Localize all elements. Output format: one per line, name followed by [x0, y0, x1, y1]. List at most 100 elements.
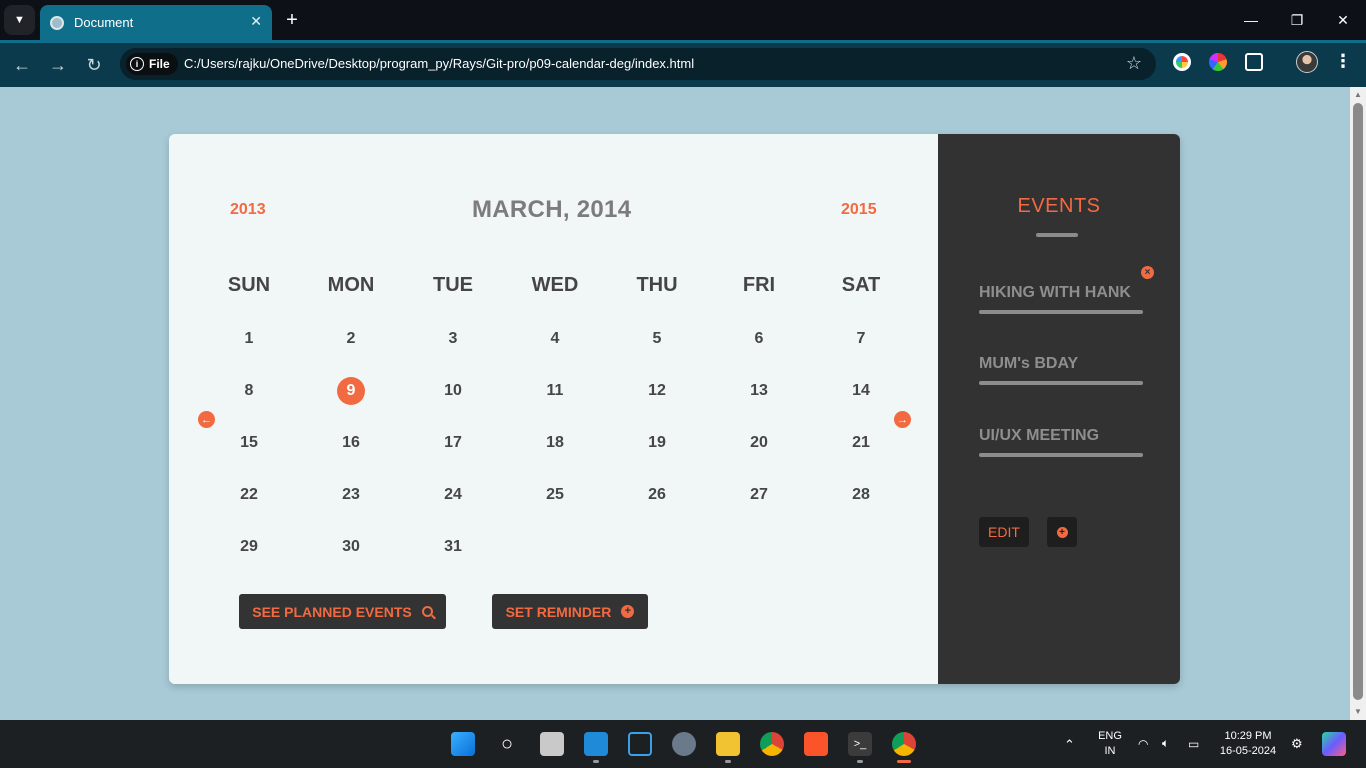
day-number: 29: [240, 538, 258, 555]
previous-year-link[interactable]: 2013: [230, 201, 266, 219]
day-cell[interactable]: 6: [708, 326, 810, 378]
day-cell[interactable]: 29: [198, 534, 300, 586]
day-cell[interactable]: 20: [708, 430, 810, 482]
profile-avatar[interactable]: [1296, 51, 1318, 73]
arrow-right-icon: →: [897, 413, 908, 426]
day-cell[interactable]: 12: [606, 378, 708, 430]
day-cell[interactable]: 25: [504, 482, 606, 534]
terminal-icon[interactable]: >_: [848, 732, 872, 756]
windows-start-icon[interactable]: [451, 732, 475, 756]
set-reminder-button[interactable]: SET REMINDER +: [492, 594, 648, 629]
copilot-icon[interactable]: [1322, 732, 1346, 756]
chevron-down-icon: ▼: [14, 14, 25, 26]
calendar-panel: 2013 MARCH, 2014 2015 SUN MON TUE WED TH…: [169, 134, 938, 684]
language-indicator[interactable]: ENG IN: [1094, 729, 1126, 759]
wifi-icon[interactable]: ◠: [1138, 737, 1148, 752]
scroll-up-icon[interactable]: ▲: [1353, 90, 1363, 100]
task-view-icon[interactable]: [540, 732, 564, 756]
arrow-left-icon: ←: [13, 54, 31, 75]
selected-day-cell[interactable]: 9: [300, 377, 402, 430]
day-cell[interactable]: 19: [606, 430, 708, 482]
day-cell[interactable]: 30: [300, 534, 402, 586]
close-window-button[interactable]: ✕: [1320, 0, 1366, 40]
info-icon: i: [130, 57, 144, 71]
site-info-chip[interactable]: i File: [126, 53, 178, 75]
scroll-thumb[interactable]: [1353, 103, 1363, 700]
app-icon[interactable]: [628, 732, 652, 756]
see-planned-events-label: SEE PLANNED EVENTS: [252, 603, 412, 620]
browser-menu-icon[interactable]: ⋮: [1334, 51, 1352, 72]
day-cell[interactable]: 17: [402, 430, 504, 482]
clock-time: 10:29 PM: [1224, 730, 1272, 742]
day-cell[interactable]: 26: [606, 482, 708, 534]
day-cell[interactable]: 31: [402, 534, 504, 586]
browser-tab-document[interactable]: Document ✕: [40, 5, 272, 40]
day-number: 9: [337, 377, 365, 405]
day-cell[interactable]: 11: [504, 378, 606, 430]
day-cell[interactable]: 2: [300, 326, 402, 378]
day-cell[interactable]: 23: [300, 482, 402, 534]
day-number: 17: [444, 434, 462, 451]
show-hidden-icons-icon[interactable]: ⌃: [1064, 737, 1075, 752]
day-cell[interactable]: 18: [504, 430, 606, 482]
day-cell[interactable]: 13: [708, 378, 810, 430]
event-item[interactable]: UI/UX MEETING: [979, 427, 1143, 457]
edit-events-button[interactable]: EDIT: [979, 517, 1029, 547]
scroll-down-icon[interactable]: ▼: [1353, 707, 1363, 717]
brave-browser-icon[interactable]: [804, 732, 828, 756]
bookmark-star-icon[interactable]: ☆: [1126, 53, 1142, 74]
next-month-button[interactable]: →: [894, 411, 911, 428]
extensions-puzzle-icon[interactable]: [1245, 53, 1263, 71]
day-cell[interactable]: 3: [402, 326, 504, 378]
restore-button[interactable]: ❐: [1274, 0, 1320, 40]
day-cell[interactable]: 28: [810, 482, 912, 534]
event-item[interactable]: HIKING WITH HANK: [979, 284, 1143, 314]
region-code: IN: [1104, 745, 1116, 757]
remove-event-icon[interactable]: ×: [1141, 266, 1154, 279]
url-text[interactable]: C:/Users/rajku/OneDrive/Desktop/program_…: [184, 56, 694, 71]
vscode-icon[interactable]: [584, 732, 608, 756]
day-cell[interactable]: 1: [198, 326, 300, 378]
new-tab-button[interactable]: +: [279, 8, 305, 32]
forward-button[interactable]: →: [46, 53, 70, 77]
day-number: 22: [240, 486, 258, 503]
day-cell[interactable]: 22: [198, 482, 300, 534]
previous-month-button[interactable]: ←: [198, 411, 215, 428]
tab-search-dropdown-button[interactable]: ▼: [4, 5, 35, 35]
day-cell[interactable]: 4: [504, 326, 606, 378]
day-cell[interactable]: 7: [810, 326, 912, 378]
day-cell[interactable]: 15: [198, 430, 300, 482]
file-explorer-icon[interactable]: [716, 732, 740, 756]
plus-circle-icon: +: [1056, 526, 1068, 538]
weekday-label: FRI: [742, 274, 776, 296]
notification-bell-icon[interactable]: ⚙︎: [1291, 736, 1303, 751]
settings-gear-icon[interactable]: [672, 732, 696, 756]
day-cell[interactable]: 5: [606, 326, 708, 378]
search-icon[interactable]: ○: [495, 732, 519, 756]
extension-color-picker-icon[interactable]: [1173, 53, 1191, 71]
volume-icon[interactable]: 🔈︎: [1162, 736, 1169, 751]
page-scrollbar[interactable]: ▲ ▼: [1350, 87, 1366, 720]
see-planned-events-button[interactable]: SEE PLANNED EVENTS: [239, 594, 446, 629]
battery-icon[interactable]: ▭: [1188, 737, 1199, 752]
chrome-profile-icon[interactable]: [892, 732, 916, 756]
address-bar[interactable]: i File C:/Users/rajku/OneDrive/Desktop/p…: [120, 48, 1156, 80]
chrome-icon[interactable]: [760, 732, 784, 756]
day-cell[interactable]: 27: [708, 482, 810, 534]
day-cell[interactable]: 21: [810, 430, 912, 482]
event-item[interactable]: MUM's BDAY: [979, 355, 1143, 385]
day-number: 31: [444, 538, 462, 555]
next-year-link[interactable]: 2015: [841, 201, 877, 219]
clock[interactable]: 10:29 PM 16-05-2024: [1216, 729, 1280, 759]
day-number: 13: [750, 382, 768, 399]
tab-close-button[interactable]: ✕: [250, 13, 262, 30]
back-button[interactable]: ←: [10, 53, 34, 77]
day-cell[interactable]: 16: [300, 430, 402, 482]
minimize-button[interactable]: —: [1228, 0, 1274, 40]
reload-button[interactable]: ↻: [82, 53, 106, 77]
day-number: 23: [342, 486, 360, 503]
add-event-button[interactable]: +: [1047, 517, 1077, 547]
day-cell[interactable]: 10: [402, 378, 504, 430]
day-cell[interactable]: 24: [402, 482, 504, 534]
extension-palette-icon[interactable]: [1209, 53, 1227, 71]
